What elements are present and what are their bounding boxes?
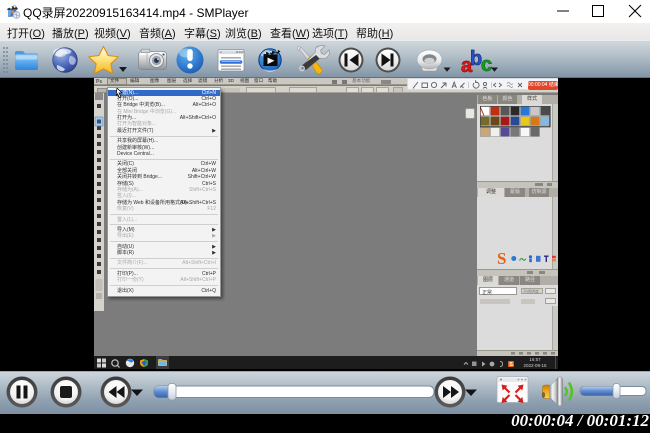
svg-text:a: a xyxy=(461,55,473,77)
svg-text:c: c xyxy=(481,54,492,76)
svg-text:S: S xyxy=(509,362,513,368)
